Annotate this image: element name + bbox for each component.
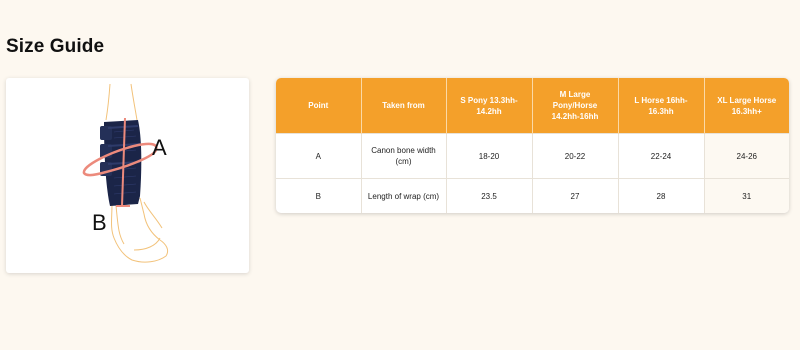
label-b: B [92,210,107,235]
header-point: Point [276,78,362,134]
page-title: Size Guide [6,36,105,57]
cell-point: A [276,133,362,179]
table-row: A Canon bone width (cm) 18-20 20-22 22-2… [276,133,789,179]
boot-illustration: A B [6,78,249,273]
cell-size-xl: 31 [704,178,789,213]
cell-size-m: 20-22 [532,133,619,179]
cell-size-l: 22-24 [618,133,705,179]
size-table-card: Point Taken from S Pony 13.3hh-14.2hh M … [276,78,789,213]
cell-point: B [276,178,362,213]
cell-taken-from: Canon bone width (cm) [361,133,447,179]
cell-size-s: 23.5 [446,178,533,213]
table-header-row: Point Taken from S Pony 13.3hh-14.2hh M … [276,78,789,134]
header-size-s: S Pony 13.3hh-14.2hh [446,78,533,134]
cell-size-m: 27 [532,178,619,213]
header-taken-from: Taken from [361,78,447,134]
horse-leg-boot-drawing: A B [82,83,169,263]
table-row: B Length of wrap (cm) 23.5 27 28 31 [276,178,789,213]
cell-taken-from: Length of wrap (cm) [361,178,447,213]
cell-size-xl: 24-26 [704,133,789,179]
cell-size-l: 28 [618,178,705,213]
header-size-xl: XL Large Horse 16.3hh+ [704,78,789,134]
header-size-m: M Large Pony/Horse 14.2hh-16hh [532,78,619,134]
label-a: A [152,135,167,160]
size-table: Point Taken from S Pony 13.3hh-14.2hh M … [276,78,789,213]
cell-size-s: 18-20 [446,133,533,179]
header-size-l: L Horse 16hh-16.3hh [618,78,705,134]
